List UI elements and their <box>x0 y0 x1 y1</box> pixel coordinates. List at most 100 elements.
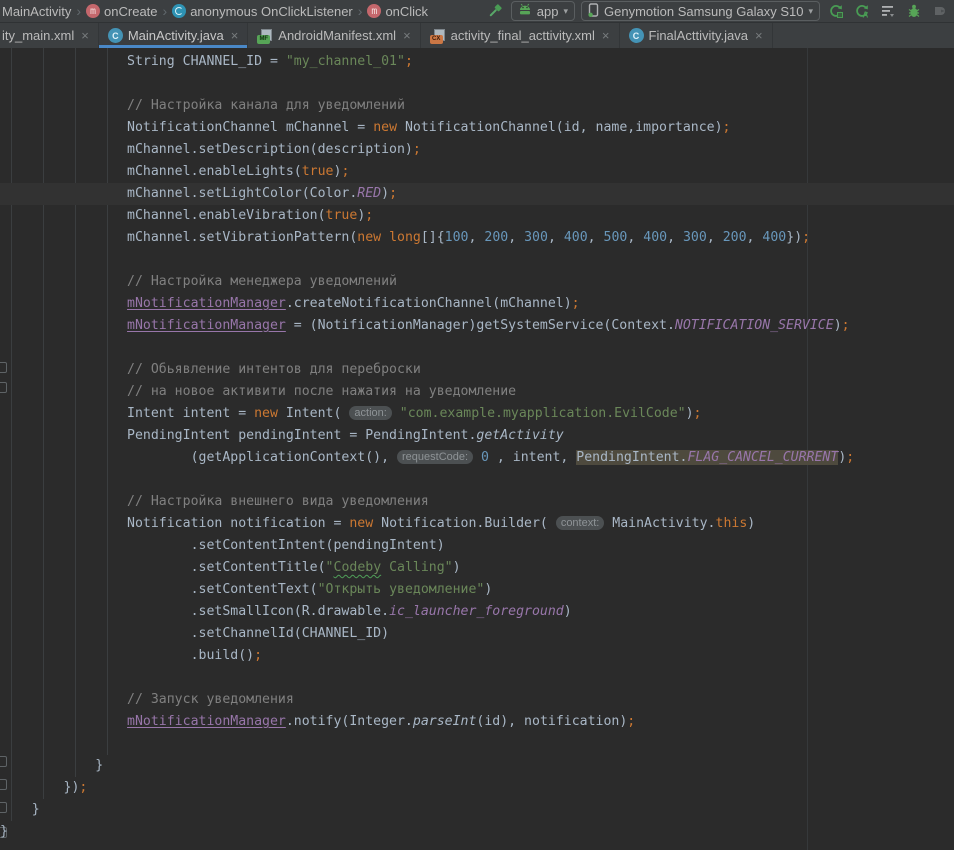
code-line[interactable] <box>0 733 954 755</box>
code-line[interactable]: } <box>0 821 954 843</box>
code-token: ; <box>723 120 731 135</box>
code-token: true <box>302 164 334 179</box>
run-config-selector[interactable]: app ▾ <box>511 1 575 21</box>
code-token: mNotificationManager <box>127 318 286 333</box>
breadcrumb-item[interactable]: MainActivity <box>2 4 71 19</box>
tab-MainActivity.java[interactable]: CMainActivity.java× <box>99 23 248 48</box>
code-token: .setSmallIcon(R.drawable. <box>191 604 390 619</box>
code-token: , <box>469 230 485 245</box>
manifest-file-icon: MF <box>257 28 273 44</box>
attach-debugger-icon[interactable] <box>930 1 950 21</box>
code-line[interactable]: Notification notification = new Notifica… <box>0 513 954 535</box>
code-line[interactable]: Intent intent = new Intent( action: "com… <box>0 403 954 425</box>
code-line[interactable]: mNotificationManager.notify(Integer.pars… <box>0 711 954 733</box>
java-class-icon: C <box>629 28 644 43</box>
code-token: ; <box>254 648 262 663</box>
code-line[interactable] <box>0 249 954 271</box>
run-config-label: app <box>537 4 559 19</box>
close-icon[interactable]: × <box>231 28 239 43</box>
breadcrumb-separator: › <box>76 4 81 18</box>
code-line[interactable]: mChannel.enableVibration(true); <box>0 205 954 227</box>
code-token: , intent, <box>489 450 576 465</box>
breadcrumb-item[interactable]: anonymous OnClickListener <box>172 4 353 19</box>
code-token: "Открыть уведомление" <box>318 582 485 597</box>
code-token: this <box>716 516 748 531</box>
code-line[interactable]: mChannel.setLightColor(Color.RED); <box>0 183 954 205</box>
code-token: ; <box>341 164 349 179</box>
code-line[interactable]: // Запуск уведомления <box>0 689 954 711</box>
code-line[interactable]: .setChannelId(CHANNEL_ID) <box>0 623 954 645</box>
code-token: ; <box>79 780 87 795</box>
code-line[interactable] <box>0 667 954 689</box>
code-line[interactable]: String CHANNEL_ID = "my_channel_01"; <box>0 51 954 73</box>
code-token: PendingIntent. <box>576 450 687 465</box>
tab-label: AndroidManifest.xml <box>278 28 396 43</box>
breadcrumb-item[interactable]: monCreate <box>86 4 157 19</box>
code-token: ) <box>686 406 694 421</box>
device-label: Genymotion Samsung Galaxy S10 <box>604 4 803 19</box>
code-line[interactable]: // Настройка менеджера уведомлений <box>0 271 954 293</box>
code-line[interactable]: .build(); <box>0 645 954 667</box>
apply-code-changes-icon[interactable]: A <box>852 1 872 21</box>
code-line[interactable]: mChannel.setVibrationPattern(new long[]{… <box>0 227 954 249</box>
tab-FinalActtivity.java[interactable]: CFinalActtivity.java× <box>620 23 773 48</box>
code-token: = (NotificationManager)getSystemService(… <box>286 318 675 333</box>
code-token: .setChannelId(CHANNEL_ID) <box>191 626 390 641</box>
code-line[interactable]: }); <box>0 777 954 799</box>
code-line[interactable]: } <box>0 799 954 821</box>
android-icon <box>518 3 532 19</box>
code-token: MainActivity. <box>604 516 715 531</box>
code-line[interactable] <box>0 337 954 359</box>
close-icon[interactable]: × <box>403 28 411 43</box>
code-token: .createNotificationChannel(mChannel) <box>286 296 572 311</box>
code-token: ) <box>747 516 755 531</box>
code-token: // Запуск уведомления <box>127 692 294 707</box>
device-selector[interactable]: Genymotion Samsung Galaxy S10 ▾ <box>581 1 820 21</box>
tab-ity_main.xml[interactable]: ity_main.xml× <box>0 23 99 48</box>
code-line[interactable]: (getApplicationContext(), requestCode: 0… <box>0 447 954 469</box>
debug-icon[interactable] <box>904 1 924 21</box>
code-line[interactable] <box>0 73 954 95</box>
code-token: Intent intent = <box>127 406 254 421</box>
build-hammer-icon[interactable] <box>485 1 505 21</box>
code-line[interactable]: .setContentIntent(pendingIntent) <box>0 535 954 557</box>
code-line[interactable]: // Настройка внешнего вида уведомления <box>0 491 954 513</box>
code-token: Notification notification = <box>127 516 349 531</box>
code-line[interactable]: .setContentText("Открыть уведомление") <box>0 579 954 601</box>
code-token: // Обьявление интентов для переброски <box>127 362 421 377</box>
apply-changes-icon[interactable] <box>826 1 846 21</box>
code-token: 400 <box>643 230 667 245</box>
close-icon[interactable]: × <box>81 28 89 43</box>
breadcrumb-item[interactable]: monClick <box>367 4 428 19</box>
code-line[interactable]: // на новое активити после нажатия на ув… <box>0 381 954 403</box>
tab-AndroidManifest.xml[interactable]: MF AndroidManifest.xml × <box>248 23 420 48</box>
parameter-hint: context: <box>556 516 605 530</box>
code-line[interactable]: // Обьявление интентов для переброски <box>0 359 954 381</box>
code-token: Calling" <box>381 560 452 575</box>
tab-activity_final_acttivity.xml[interactable]: CXactivity_final_acttivity.xml× <box>421 23 620 48</box>
code-line[interactable]: } <box>0 755 954 777</box>
code-line[interactable]: // Настройка канала для уведомлений <box>0 95 954 117</box>
code-line[interactable]: NotificationChannel mChannel = new Notif… <box>0 117 954 139</box>
parameter-hint: action: <box>349 406 391 420</box>
close-icon[interactable]: × <box>755 28 763 43</box>
code-token: ; <box>365 208 373 223</box>
code-line[interactable]: .setSmallIcon(R.drawable.ic_launcher_for… <box>0 601 954 623</box>
code-line[interactable]: mNotificationManager.createNotificationC… <box>0 293 954 315</box>
code-line[interactable]: PendingIntent pendingIntent = PendingInt… <box>0 425 954 447</box>
code-token: mNotificationManager <box>127 714 286 729</box>
profiler-icon[interactable] <box>878 1 898 21</box>
code-line[interactable]: mChannel.enableLights(true); <box>0 161 954 183</box>
code-editor[interactable]: String CHANNEL_ID = "my_channel_01"; // … <box>0 48 954 850</box>
code-line[interactable]: mChannel.setDescription(description); <box>0 139 954 161</box>
code-area[interactable]: String CHANNEL_ID = "my_channel_01"; // … <box>0 48 954 843</box>
code-line[interactable] <box>0 469 954 491</box>
run-toolbar: app ▾ Genymotion Samsung Galaxy S10 ▾ <box>485 1 952 21</box>
code-line[interactable]: mNotificationManager = (NotificationMana… <box>0 315 954 337</box>
code-token: ; <box>694 406 702 421</box>
breadcrumb-separator: › <box>358 4 363 18</box>
code-line[interactable]: .setContentTitle("Codeby Calling") <box>0 557 954 579</box>
breadcrumb-label: onClick <box>385 4 428 19</box>
close-icon[interactable]: × <box>602 28 610 43</box>
code-token: , <box>548 230 564 245</box>
